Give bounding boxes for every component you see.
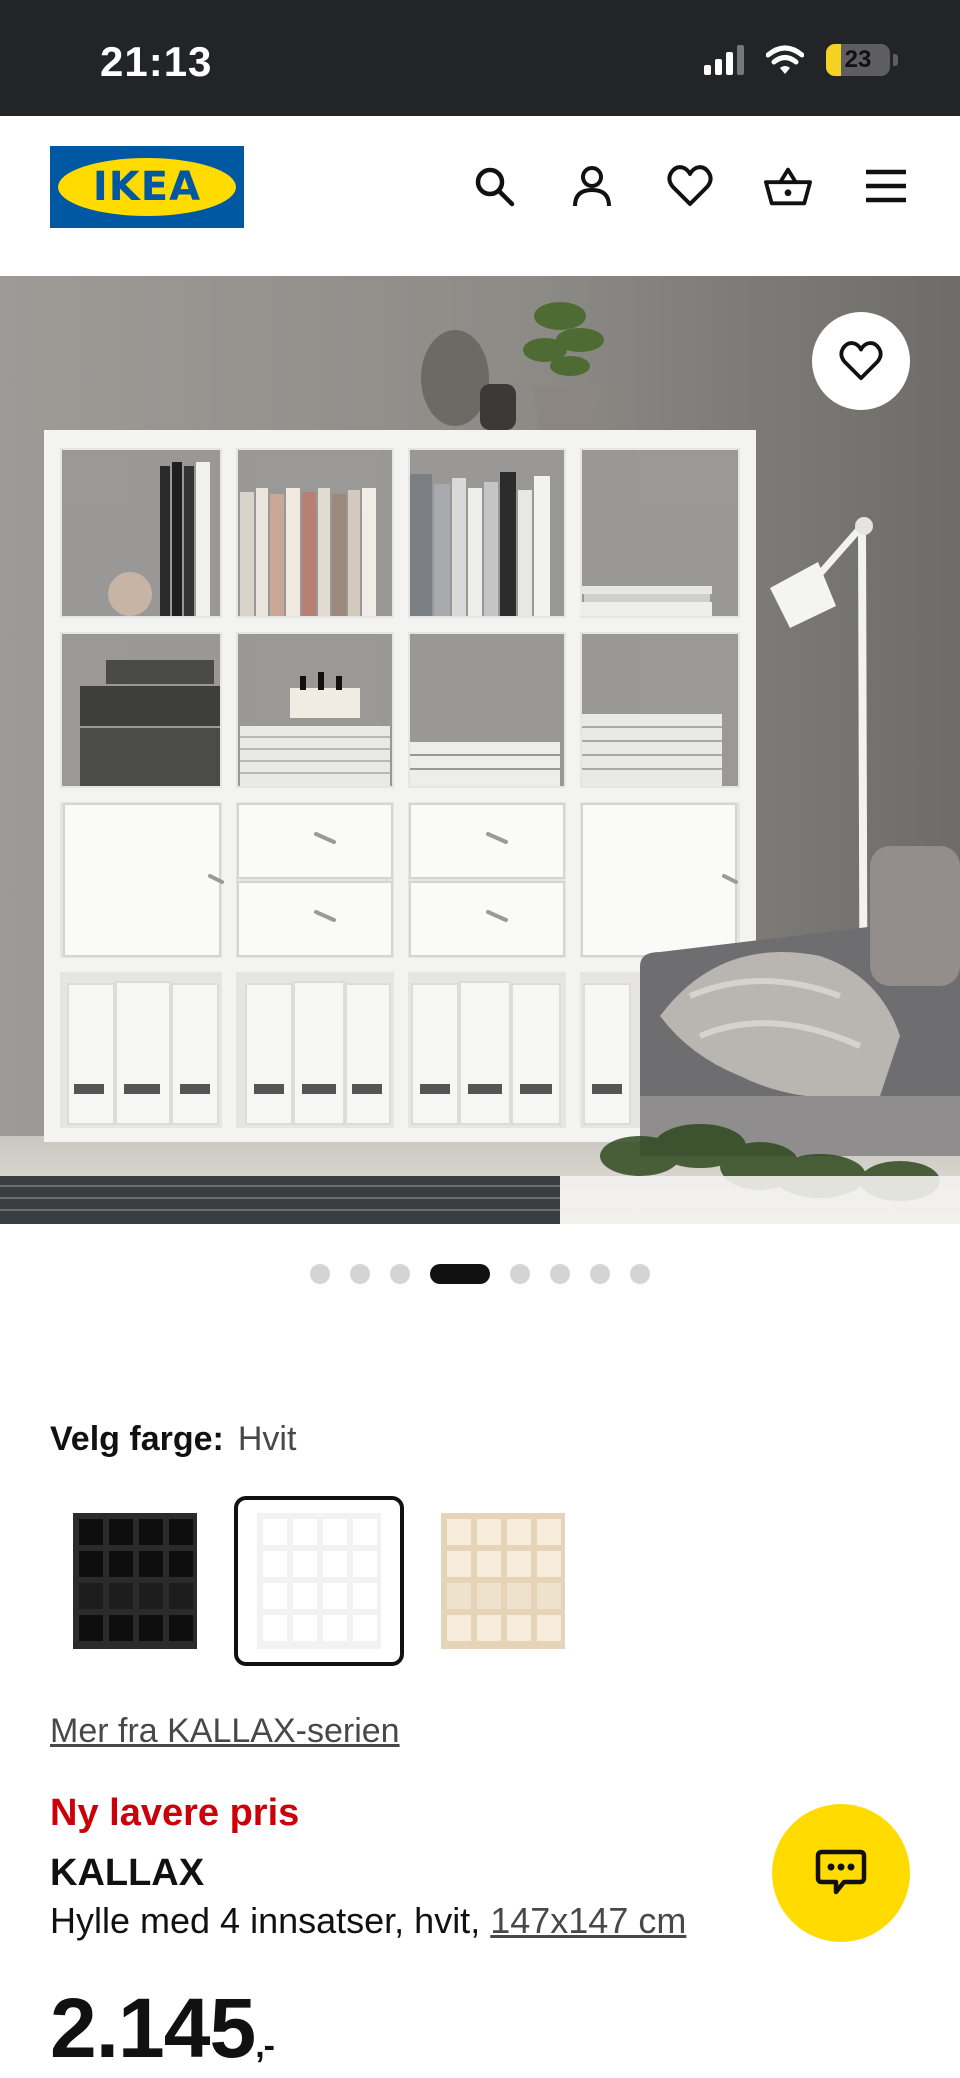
product-description: Hylle med 4 innsatser, hvit, 147x147 cm (50, 1900, 686, 1942)
logo-oval: IKEA (58, 158, 236, 216)
product-name: KALLAX (50, 1852, 205, 1894)
cellular-signal-icon (704, 45, 744, 75)
product-price: 2.145,- (50, 1980, 275, 2077)
battery-icon: 23 (826, 44, 890, 76)
status-indicators: 23 (704, 44, 898, 76)
menu-icon[interactable] (862, 162, 910, 210)
chat-button[interactable] (772, 1804, 910, 1942)
shelf-thumbnail (257, 1513, 381, 1649)
logo-text: IKEA (92, 164, 202, 210)
chat-icon (815, 1849, 867, 1895)
color-label-text: Velg farge: (50, 1420, 224, 1458)
color-swatch-oak[interactable] (418, 1496, 588, 1666)
selected-color-value: Hvit (237, 1420, 297, 1458)
price-amount: 2.145 (50, 1981, 256, 2075)
ikea-logo[interactable]: IKEA (50, 146, 244, 228)
color-picker-label: Velg farge: Hvit (50, 1420, 296, 1459)
battery-level: 23 (844, 46, 872, 73)
basket-icon[interactable] (764, 162, 812, 210)
battery-nub (893, 54, 898, 66)
price-suffix: ,- (255, 2027, 275, 2065)
carousel-dot[interactable] (350, 1264, 370, 1284)
status-bar: 21:13 23 (0, 0, 960, 116)
carousel-dot[interactable] (590, 1264, 610, 1284)
site-header: IKEA (0, 116, 960, 276)
search-icon[interactable] (470, 162, 518, 210)
shelf-thumbnail (73, 1513, 197, 1649)
carousel-dot[interactable] (430, 1264, 490, 1284)
wifi-icon (766, 45, 804, 74)
shelf-thumbnail (441, 1513, 565, 1649)
product-dimensions-link[interactable]: 147x147 cm (490, 1900, 686, 1941)
carousel-dot[interactable] (510, 1264, 530, 1284)
product-image-carousel[interactable] (0, 276, 960, 1224)
add-to-wishlist-button[interactable] (812, 312, 910, 410)
product-description-text: Hylle med 4 innsatser, hvit, (50, 1900, 481, 1941)
header-actions (470, 162, 910, 210)
carousel-dot[interactable] (630, 1264, 650, 1284)
heart-icon (839, 341, 883, 381)
color-swatch-white[interactable] (234, 1496, 404, 1666)
status-time: 21:13 (100, 38, 213, 85)
heart-icon[interactable] (666, 162, 714, 210)
product-photo (0, 276, 960, 1224)
color-swatches (50, 1496, 588, 1666)
user-icon[interactable] (568, 162, 616, 210)
carousel-dot[interactable] (550, 1264, 570, 1284)
series-link[interactable]: Mer fra KALLAX-serien (50, 1712, 400, 1751)
color-swatch-black-brown[interactable] (50, 1496, 220, 1666)
carousel-pagination[interactable] (0, 1264, 960, 1284)
carousel-dot[interactable] (310, 1264, 330, 1284)
new-lower-price-badge: Ny lavere pris (50, 1792, 300, 1834)
carousel-dot[interactable] (390, 1264, 410, 1284)
